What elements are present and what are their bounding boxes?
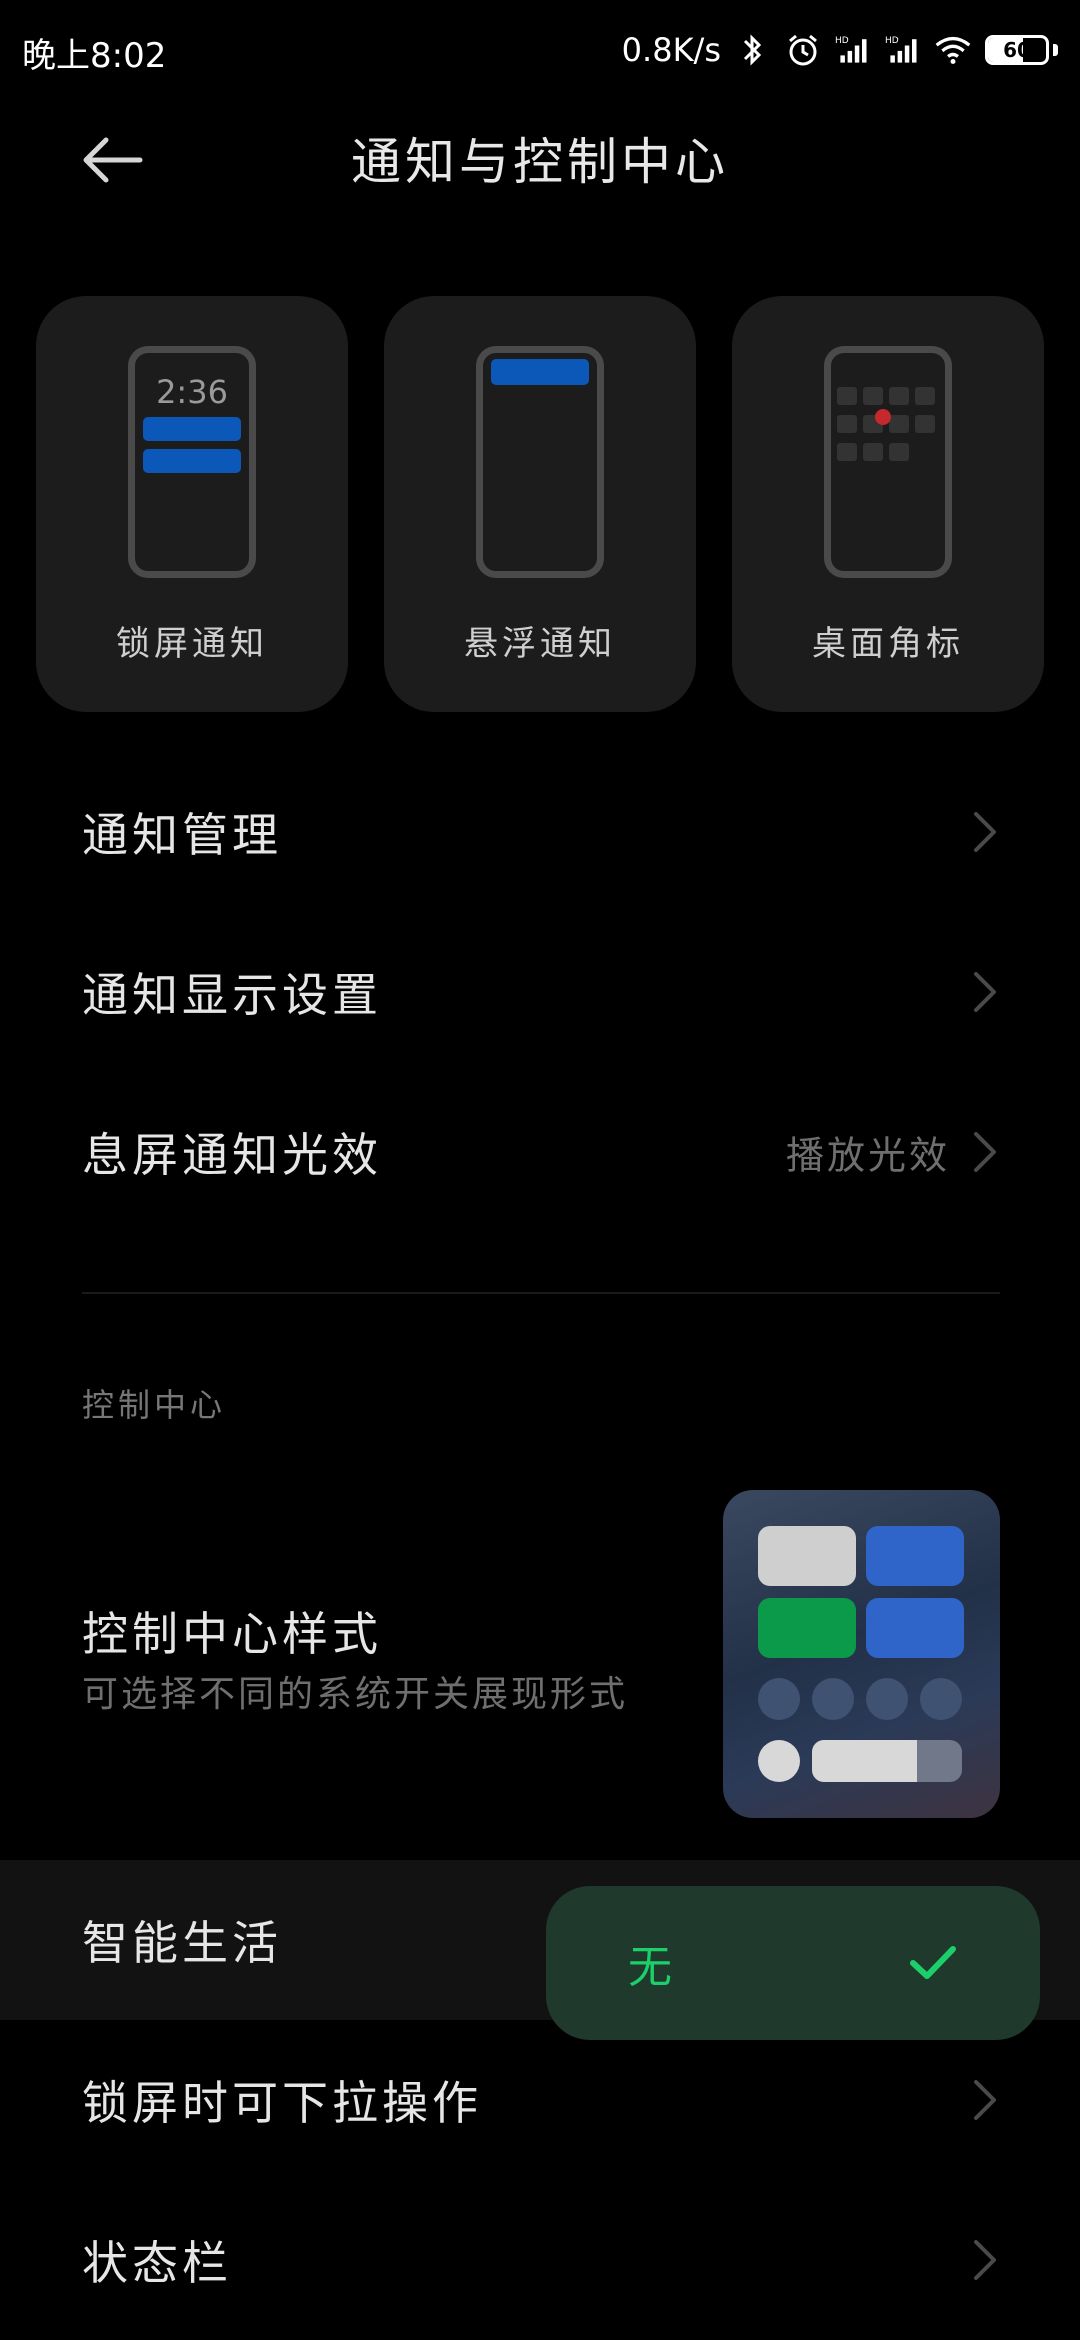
battery-level: 60	[1003, 38, 1031, 62]
row-notification-management[interactable]: 通知管理	[0, 752, 1080, 912]
bluetooth-icon	[735, 30, 771, 70]
toast-text: 无	[628, 1942, 672, 1993]
svg-text:HD: HD	[885, 36, 899, 46]
preview-tile	[758, 1526, 856, 1586]
row-label: 通知显示设置	[82, 968, 382, 1022]
signal-hd-icon: HD	[835, 30, 871, 70]
card-floating-notification[interactable]: 悬浮通知	[384, 296, 696, 712]
preview-toggle	[758, 1678, 800, 1720]
signal-hd-icon-2: HD	[885, 30, 921, 70]
wifi-icon	[935, 30, 971, 70]
check-icon	[910, 1946, 956, 1979]
notification-bar	[143, 417, 241, 441]
chevron-right-icon	[974, 972, 996, 1012]
row-notification-display[interactable]: 通知显示设置	[0, 912, 1080, 1072]
card-lockscreen-notification[interactable]: 2:36 锁屏通知	[36, 296, 348, 712]
row-label: 智能生活	[82, 1916, 282, 1970]
control-center-style-subtitle: 可选择不同的系统开关展现形式	[82, 1674, 629, 1715]
row-status-bar[interactable]: 状态栏	[0, 2180, 1080, 2340]
chevron-right-icon	[974, 2240, 996, 2280]
chevron-right-icon	[974, 2080, 996, 2120]
row-screen-off-light[interactable]: 息屏通知光效 播放光效	[0, 1072, 1080, 1232]
preview-toggle	[866, 1678, 908, 1720]
control-center-style-preview[interactable]	[723, 1490, 1000, 1818]
card-desktop-badge[interactable]: 桌面角标	[732, 296, 1044, 712]
floating-preview	[476, 346, 604, 578]
row-label: 通知管理	[82, 808, 282, 862]
card-label: 悬浮通知	[464, 624, 616, 664]
preview-time: 2:36	[156, 373, 228, 411]
row-label: 状态栏	[82, 2236, 232, 2290]
preview-slider	[812, 1740, 962, 1782]
row-label: 锁屏时可下拉操作	[82, 2076, 482, 2130]
badge-preview	[824, 346, 952, 578]
battery-tip	[1053, 44, 1058, 56]
badge-dot	[875, 409, 891, 425]
status-icons: 0.8K/s HD HD 60	[622, 22, 1058, 78]
floating-banner	[491, 359, 589, 385]
divider	[82, 1292, 1000, 1294]
row-label: 息屏通知光效	[82, 1128, 382, 1182]
preview-toggle	[812, 1678, 854, 1720]
alarm-icon	[785, 30, 821, 70]
row-lockscreen-pulldown[interactable]: 锁屏时可下拉操作	[0, 2020, 1080, 2180]
selection-toast[interactable]: 无	[546, 1886, 1040, 2040]
preview-tile	[866, 1526, 964, 1586]
notification-bar	[143, 449, 241, 473]
preview-toggle	[920, 1678, 962, 1720]
chevron-right-icon	[974, 812, 996, 852]
control-center-style-title[interactable]: 控制中心样式	[82, 1598, 382, 1664]
preview-tile	[866, 1598, 964, 1658]
preview-tile	[758, 1598, 856, 1658]
section-label-control-center: 控制中心	[82, 1386, 227, 1424]
row-value: 播放光效	[785, 1133, 950, 1178]
card-label: 桌面角标	[812, 624, 964, 664]
battery-icon: 60	[985, 35, 1049, 65]
preview-brightness-icon	[758, 1740, 800, 1782]
chevron-right-icon	[974, 1132, 996, 1172]
svg-text:HD: HD	[835, 36, 849, 46]
lockscreen-preview: 2:36	[128, 346, 256, 578]
page-title: 通知与控制中心	[351, 133, 729, 191]
network-speed: 0.8K/s	[621, 31, 721, 69]
status-time: 晚上8:02	[22, 36, 167, 76]
card-label: 锁屏通知	[116, 624, 268, 664]
